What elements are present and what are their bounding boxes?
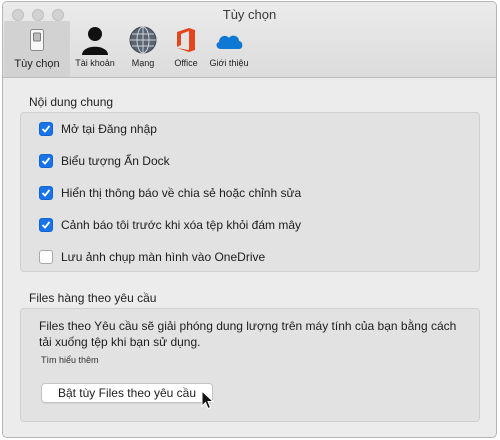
checkbox-unchecked[interactable] [39, 250, 53, 264]
title-toolbar: Tùy chọn Tùy chọn Tài khoản Mạng Office … [3, 2, 496, 78]
option-label: Mở tại Đăng nhập [61, 122, 157, 136]
toolbar-item-preferences[interactable]: Tùy chọn [4, 21, 70, 77]
person-icon [80, 25, 110, 55]
toolbar-item-label: Tài khoản [75, 58, 115, 68]
option-label: Biểu tượng Ẩn Dock [61, 154, 170, 168]
option-label: Hiển thị thông báo về chia sẻ hoặc chỉnh… [61, 186, 302, 200]
checkbox-checked[interactable] [39, 122, 53, 136]
learn-more-link[interactable]: Tìm hiểu thêm [41, 355, 99, 365]
enable-files-on-demand-button[interactable]: Bật tùy Files theo yêu cầu [41, 383, 213, 403]
window-title: Tùy chọn [222, 7, 277, 22]
general-group: Mở tại Đăng nhập Biểu tượng Ẩn Dock Hiển… [20, 112, 480, 272]
office-icon [171, 25, 201, 55]
checkbox-checked[interactable] [39, 154, 53, 168]
option-open-at-login[interactable]: Mở tại Đăng nhập [39, 122, 157, 136]
onedrive-cloud-icon [214, 25, 244, 55]
toolbar-item-about[interactable]: Giới thiệu [205, 21, 253, 77]
general-heading: Nội dung chung [29, 95, 114, 109]
switch-icon [22, 25, 52, 55]
files-on-demand-heading: Files hàng theo yêu cầu [29, 291, 157, 305]
option-save-screenshots[interactable]: Lưu ảnh chụp màn hình vào OneDrive [39, 250, 265, 264]
toolbar-item-label: Tùy chọn [14, 58, 60, 70]
checkbox-checked[interactable] [39, 186, 53, 200]
mouse-pointer-icon [201, 390, 215, 410]
option-hide-dock-icon[interactable]: Biểu tượng Ẩn Dock [39, 154, 170, 168]
toolbar-item-label: Office [174, 58, 198, 68]
toolbar-item-account[interactable]: Tài khoản [71, 21, 119, 77]
toolbar-item-network[interactable]: Mạng [121, 21, 165, 77]
toolbar-item-label: Giới thiệu [209, 58, 249, 68]
option-label: Lưu ảnh chụp màn hình vào OneDrive [61, 250, 266, 264]
option-show-sharing-notifications[interactable]: Hiển thị thông báo về chia sẻ hoặc chỉnh… [39, 186, 301, 200]
checkbox-checked[interactable] [39, 218, 53, 232]
toolbar-item-office[interactable]: Office [167, 21, 205, 77]
option-warn-before-delete[interactable]: Cảnh báo tôi trước khi xóa tệp khỏi đám … [39, 218, 301, 232]
toolbar-item-label: Mạng [131, 58, 155, 68]
files-on-demand-description: Files theo Yêu cầu sẽ giải phóng dung lư… [39, 319, 457, 349]
files-on-demand-group: Files theo Yêu cầu sẽ giải phóng dung lư… [20, 308, 480, 422]
option-label: Cảnh báo tôi trước khi xóa tệp khỏi đám … [61, 218, 302, 232]
globe-icon [128, 25, 158, 55]
preferences-window: Tùy chọn Tùy chọn Tài khoản Mạng Office … [2, 1, 497, 438]
